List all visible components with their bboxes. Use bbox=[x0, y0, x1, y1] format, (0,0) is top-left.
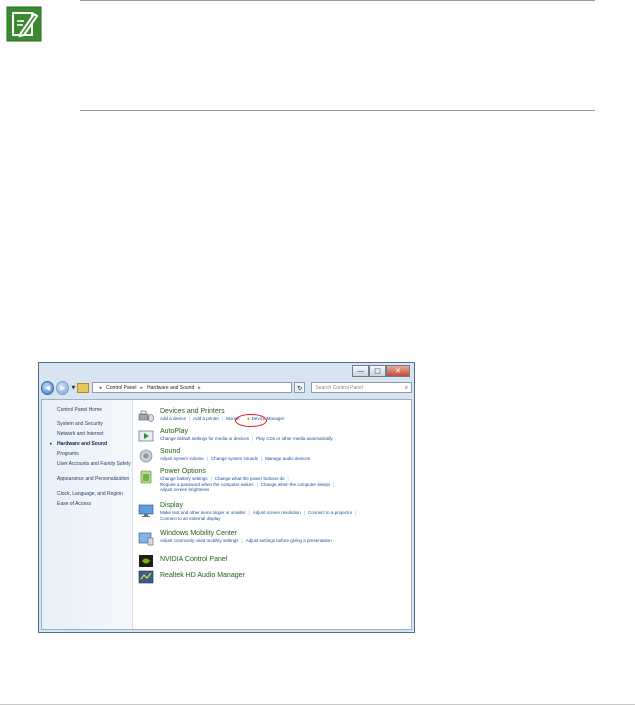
link-manage-audio-devices[interactable]: Manage audio devices bbox=[265, 456, 310, 461]
category-title[interactable]: Devices and Printers bbox=[160, 408, 284, 416]
search-input[interactable] bbox=[315, 384, 404, 391]
power-options-icon bbox=[140, 470, 152, 484]
link-adjust-presentation[interactable]: Adjust settings before giving a presenta… bbox=[246, 538, 332, 543]
control-panel-window: — □ ✕ ◀ ▶ ▼ ▸ Control Panel ▸ Hardware a… bbox=[38, 362, 415, 633]
note-divider-top bbox=[80, 0, 595, 1]
category-list: Devices and Printers Add a device | Add a … bbox=[132, 400, 411, 629]
category-title[interactable]: Power Options bbox=[160, 468, 337, 476]
address-bar: ◀ ▶ ▼ ▸ Control Panel ▸ Hardware and Sou… bbox=[41, 379, 412, 396]
breadcrumb-item-hardware-and-sound[interactable]: Hardware and Sound bbox=[147, 385, 194, 391]
category-title[interactable]: AutoPlay bbox=[160, 428, 333, 436]
sidebar-item-appearance[interactable]: Appearance and Personalization bbox=[57, 476, 131, 483]
link-connect-projector[interactable]: Connect to a projector bbox=[308, 510, 352, 515]
control-panel-folder-icon bbox=[77, 382, 89, 393]
breadcrumb-arrow-icon: ▸ bbox=[140, 384, 143, 391]
category-realtek-hd-audio-manager: Realtek HD Audio Manager bbox=[160, 572, 245, 580]
link-change-power-buttons[interactable]: Change what the power buttons do bbox=[215, 476, 285, 481]
category-display: Display Make text and other items larger… bbox=[160, 502, 359, 521]
refresh-button[interactable]: ↻ bbox=[294, 382, 306, 393]
link-change-sleep[interactable]: Change when the computer sleeps bbox=[261, 482, 331, 487]
realtek-audio-icon bbox=[138, 570, 154, 584]
category-title[interactable]: Sound bbox=[160, 448, 310, 456]
mobility-center-icon bbox=[138, 532, 154, 546]
category-autoplay: AutoPlay Change default settings for med… bbox=[160, 428, 333, 442]
maximize-button[interactable]: □ bbox=[369, 365, 386, 377]
category-title[interactable]: Realtek HD Audio Manager bbox=[160, 572, 245, 580]
sidebar-item-programs[interactable]: Programs bbox=[57, 451, 131, 458]
search-box: ⌕ bbox=[311, 382, 412, 393]
link-adjust-resolution[interactable]: Adjust screen resolution bbox=[253, 510, 301, 515]
breadcrumb-arrow-icon: ▸ bbox=[198, 384, 201, 391]
link-adjust-brightness[interactable]: Adjust screen brightness bbox=[160, 487, 209, 492]
recent-pages-chevron-icon[interactable]: ▼ bbox=[71, 385, 75, 391]
sidebar-item-network-and-internet[interactable]: Network and Internet bbox=[57, 431, 131, 438]
category-title[interactable]: Windows Mobility Center bbox=[160, 530, 332, 538]
sidebar-item-hardware-and-sound[interactable]: Hardware and Sound bbox=[57, 441, 131, 448]
category-links: Change default settings for media or dev… bbox=[160, 436, 333, 441]
note-divider-bottom bbox=[80, 110, 595, 111]
category-links: Change battery settings | Change what the … bbox=[160, 476, 335, 492]
link-connect-external-display[interactable]: Connect to an external display bbox=[160, 516, 221, 521]
note-icon bbox=[6, 6, 42, 42]
link-add-a-printer[interactable]: Add a printer bbox=[193, 416, 219, 421]
category-title[interactable]: Display bbox=[160, 502, 359, 510]
nvidia-icon bbox=[139, 555, 153, 567]
sound-icon bbox=[139, 449, 153, 463]
sidebar-item-user-accounts[interactable]: User Accounts and Family Safety bbox=[57, 461, 131, 468]
active-bullet-icon: • bbox=[49, 441, 53, 448]
category-links: Adjust commonly used mobility settings | A… bbox=[160, 538, 332, 543]
display-icon bbox=[138, 504, 154, 517]
link-change-battery-settings[interactable]: Change battery settings bbox=[160, 476, 208, 481]
link-add-a-device[interactable]: Add a device bbox=[160, 416, 186, 421]
link-change-system-sounds[interactable]: Change system sounds bbox=[211, 456, 258, 461]
control-panel-client-area: Control Panel Home System and Security N… bbox=[41, 399, 412, 630]
link-change-default-settings[interactable]: Change default settings for media or dev… bbox=[160, 436, 249, 441]
sidebar: Control Panel Home System and Security N… bbox=[42, 400, 133, 629]
search-icon[interactable]: ⌕ bbox=[405, 384, 408, 392]
category-nvidia-control-panel: NVIDIA Control Panel bbox=[160, 556, 227, 564]
category-links: Make text and other items larger or smal… bbox=[160, 510, 357, 521]
sidebar-item-ease-of-access[interactable]: Ease of Access bbox=[57, 501, 131, 508]
link-adjust-mobility-settings[interactable]: Adjust commonly used mobility settings bbox=[160, 538, 239, 543]
close-button[interactable]: ✕ bbox=[386, 365, 410, 377]
breadcrumb-item-control-panel[interactable]: Control Panel bbox=[106, 385, 136, 391]
link-make-text-larger[interactable]: Make text and other items larger or smal… bbox=[160, 510, 246, 515]
link-require-password[interactable]: Require a password when the computer wak… bbox=[160, 482, 254, 487]
link-play-cds[interactable]: Play CDs or other media automatically bbox=[256, 436, 333, 441]
back-button[interactable]: ◀ bbox=[41, 380, 55, 395]
link-adjust-system-volume[interactable]: Adjust system volume bbox=[160, 456, 204, 461]
minimize-button[interactable]: — bbox=[352, 365, 369, 377]
breadcrumb-arrow-icon: ▸ bbox=[99, 384, 103, 391]
caption-buttons: — □ ✕ bbox=[352, 365, 410, 377]
page-footer-rule bbox=[0, 704, 635, 705]
category-title[interactable]: NVIDIA Control Panel bbox=[160, 556, 227, 564]
forward-button[interactable]: ▶ bbox=[56, 380, 70, 395]
sidebar-item-system-and-security[interactable]: System and Security bbox=[57, 421, 131, 428]
sidebar-item-clock-language-region[interactable]: Clock, Language, and Region bbox=[57, 491, 131, 498]
highlight-circle bbox=[235, 414, 267, 427]
category-power-options: Power Options Change battery settings | Ch… bbox=[160, 468, 337, 493]
category-links: Adjust system volume | Change system sound… bbox=[160, 456, 311, 461]
sidebar-item-control-panel-home[interactable]: Control Panel Home bbox=[57, 407, 131, 414]
category-sound: Sound Adjust system volume | Change system… bbox=[160, 448, 310, 462]
category-windows-mobility-center: Windows Mobility Center Adjust commonly … bbox=[160, 530, 332, 544]
breadcrumb[interactable]: ▸ Control Panel ▸ Hardware and Sound ▸ bbox=[91, 382, 293, 393]
devices-and-printers-icon bbox=[138, 410, 154, 422]
autoplay-icon bbox=[138, 430, 154, 442]
